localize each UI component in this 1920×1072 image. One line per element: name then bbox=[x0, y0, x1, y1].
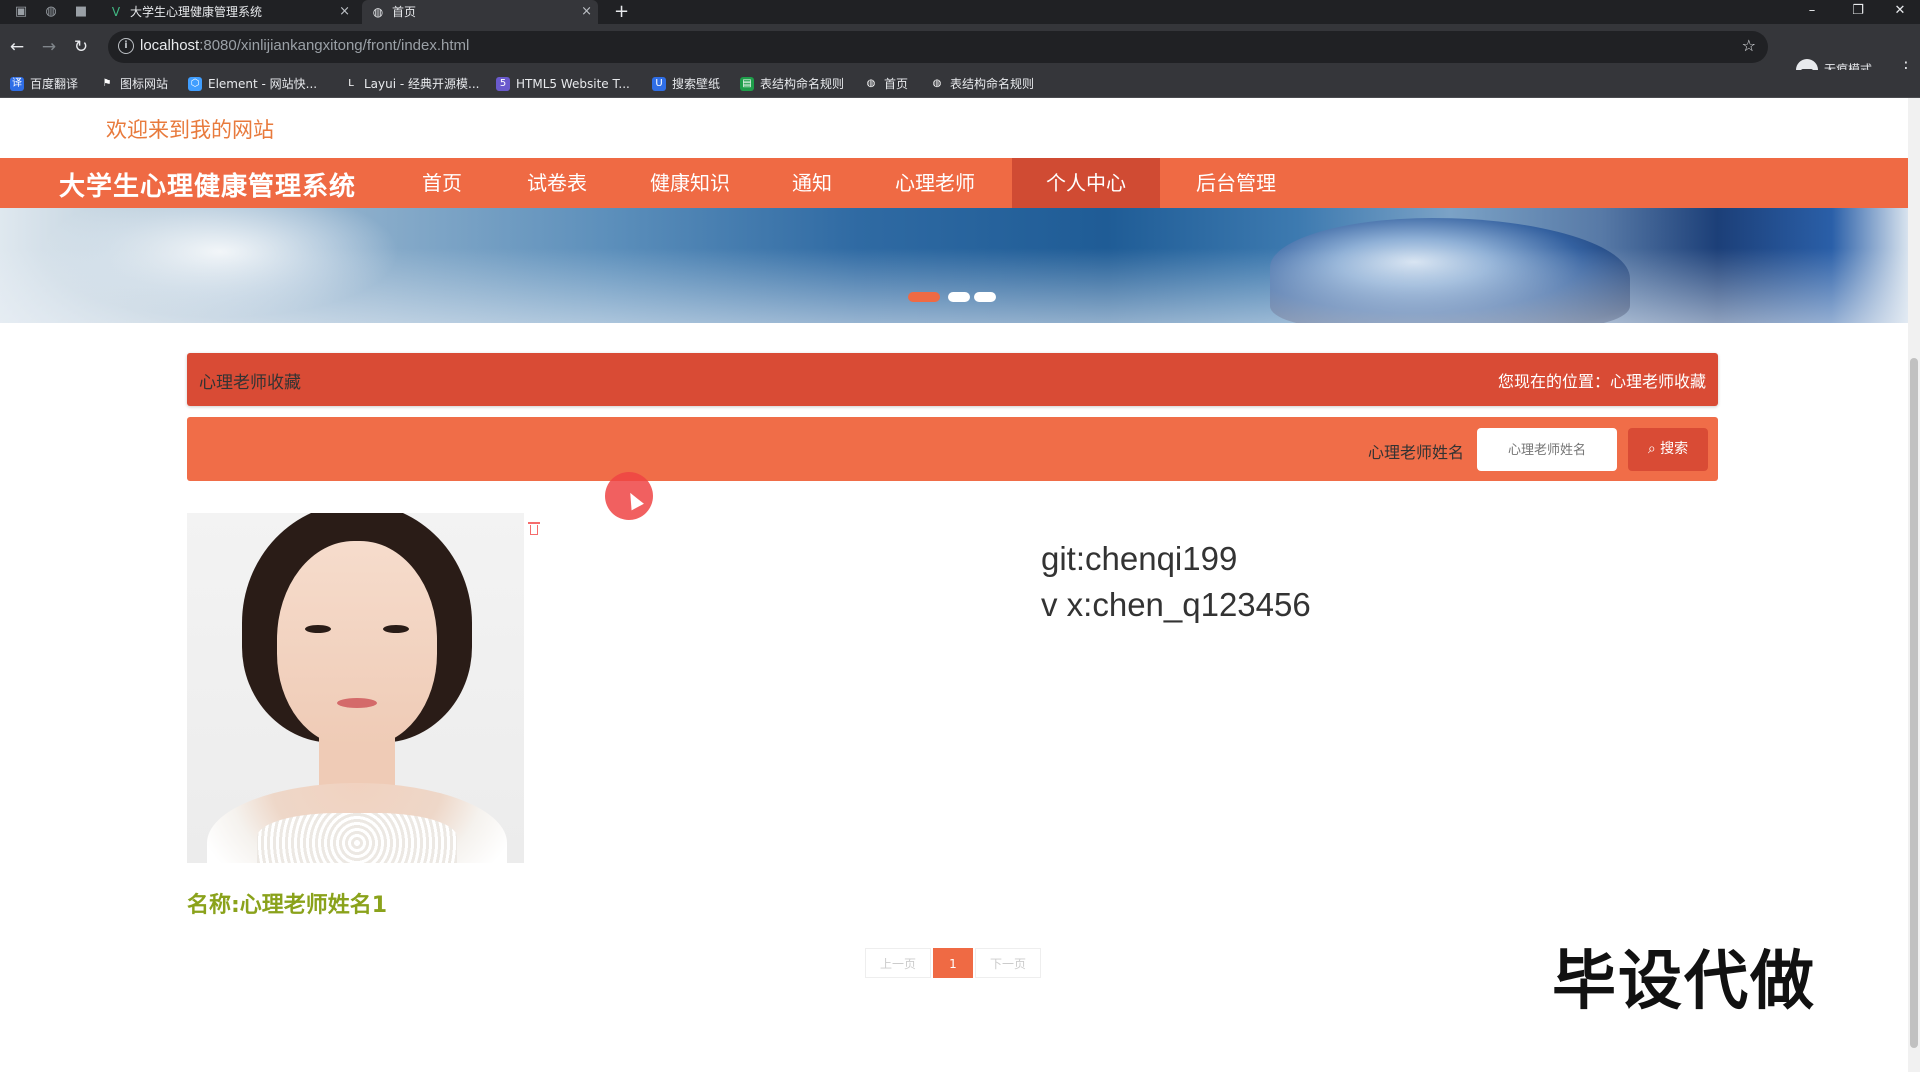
banner-mist bbox=[0, 248, 1908, 323]
browser-tab-bar: ▣ ◍ ■ V 大学生心理健康管理系统 × ◍ 首页 × + – ❐ ✕ bbox=[0, 0, 1920, 24]
forward-arrow-icon[interactable]: → bbox=[38, 36, 60, 58]
welcome-text: 欢迎来到我的网站 bbox=[106, 118, 274, 142]
carousel-dot-3[interactable] bbox=[974, 292, 996, 302]
search-label: 心理老师姓名 bbox=[1368, 443, 1465, 462]
section-title: 心理老师收藏 bbox=[199, 373, 301, 393]
globe-icon: ◍ bbox=[372, 5, 384, 19]
banner-carousel[interactable] bbox=[0, 208, 1908, 323]
bookmark-item[interactable]: L Layui - 经典开源模... bbox=[344, 75, 479, 93]
bookmark-label: 百度翻译 bbox=[30, 77, 79, 91]
minimize-button[interactable]: – bbox=[1792, 0, 1832, 24]
bookmark-label: 搜索壁纸 bbox=[672, 77, 721, 91]
bookmark-item[interactable]: 5 HTML5 Website T... bbox=[496, 75, 630, 93]
scrollbar-thumb[interactable] bbox=[1910, 358, 1918, 1048]
watermark-text: 毕设代做 bbox=[1552, 945, 1816, 1019]
bookmarks-bar: 译百度翻译 ⚑ 图标网站 ⬡ Element - 网站快... L Layui - 经… bbox=[0, 70, 1920, 98]
main-navbar: 大学生心理健康管理系统 首页 试卷表 健康知识 通知 心理老师 个人中心 后台管… bbox=[0, 158, 1908, 208]
restore-button[interactable]: ❐ bbox=[1838, 0, 1878, 24]
nav-item-home[interactable]: 首页 bbox=[400, 158, 484, 208]
url-host: localhost bbox=[140, 37, 200, 54]
bookmark-label: HTML5 Website T... bbox=[516, 77, 630, 91]
photo-eye-right bbox=[383, 625, 409, 633]
bookmark-star-icon[interactable]: ☆ bbox=[1742, 36, 1756, 55]
back-arrow-icon[interactable]: ← bbox=[6, 36, 28, 58]
bookmark-item[interactable]: 译百度翻译 bbox=[10, 75, 78, 93]
reload-icon[interactable]: ↻ bbox=[70, 36, 92, 58]
nav-item-health-knowledge[interactable]: 健康知识 bbox=[630, 158, 750, 208]
nav-item-exam[interactable]: 试卷表 bbox=[504, 158, 610, 208]
layui-icon: L bbox=[344, 77, 358, 91]
address-bar[interactable]: i localhost:8080/xinlijiankangxitong/fro… bbox=[108, 31, 1768, 63]
contact-overlay: git:chenqi199 v x:chen_q123456 bbox=[1041, 536, 1311, 628]
flag-icon: ⚑ bbox=[100, 77, 114, 91]
bookmark-label: Element - 网站快... bbox=[208, 77, 318, 91]
contact-wechat: v x:chen_q123456 bbox=[1041, 586, 1311, 623]
search-bar: 心理老师姓名 ⌕ 搜索 bbox=[187, 417, 1718, 481]
bookmark-label: Layui - 经典开源模... bbox=[364, 77, 480, 91]
bookmark-item[interactable]: U 搜索壁纸 bbox=[652, 75, 720, 93]
trash-bin bbox=[530, 525, 538, 535]
bookmark-label: 首页 bbox=[884, 77, 909, 91]
tab-title: 大学生心理健康管理系统 bbox=[130, 5, 263, 19]
bookmark-label: 表结构命名规则 bbox=[760, 77, 845, 91]
photo-face bbox=[277, 541, 437, 746]
globe-icon: ◍ bbox=[864, 77, 878, 91]
photo-lace bbox=[257, 813, 457, 863]
photo-eye-left bbox=[305, 625, 331, 633]
section-header: 心理老师收藏 您现在的位置：心理老师收藏 bbox=[187, 353, 1718, 406]
close-icon[interactable]: × bbox=[339, 0, 350, 24]
url-path: :8080/xinlijiankangxitong/front/index.ht… bbox=[199, 37, 470, 54]
globe-icon: ◍ bbox=[930, 77, 944, 91]
breadcrumb: 您现在的位置：心理老师收藏 bbox=[1497, 372, 1706, 391]
info-icon[interactable]: i bbox=[118, 38, 134, 54]
teacher-name-search-input[interactable] bbox=[1477, 428, 1617, 471]
photo-lips bbox=[337, 698, 377, 708]
close-icon[interactable]: × bbox=[581, 0, 592, 24]
globe-icon[interactable]: ◍ bbox=[42, 3, 60, 21]
tab-title: 首页 bbox=[392, 5, 417, 19]
prev-page-button[interactable]: 上一页 bbox=[865, 948, 931, 978]
html5-icon: 5 bbox=[496, 77, 510, 91]
page-number-button[interactable]: 1 bbox=[933, 948, 973, 978]
carousel-dot-1[interactable] bbox=[908, 292, 940, 302]
trash-lid bbox=[528, 522, 540, 524]
translate-icon: 译 bbox=[10, 77, 24, 91]
sheet-icon: ▤ bbox=[740, 77, 754, 91]
teacher-name-label[interactable]: 名称:心理老师姓名1 bbox=[187, 887, 387, 919]
nav-item-notice[interactable]: 通知 bbox=[770, 158, 854, 208]
wallpaper-icon: U bbox=[652, 77, 666, 91]
new-tab-button[interactable]: + bbox=[614, 0, 629, 24]
bookmark-item[interactable]: ◍ 首页 bbox=[864, 75, 908, 93]
delete-icon[interactable] bbox=[528, 522, 540, 536]
bookmark-item[interactable]: ◍ 表结构命名规则 bbox=[930, 75, 1034, 93]
browser-tab-2[interactable]: ◍ 首页 × bbox=[362, 0, 598, 24]
bookmark-label: 表结构命名规则 bbox=[950, 77, 1035, 91]
element-icon: ⬡ bbox=[188, 77, 202, 91]
browser-toolbar: ← → ↻ i localhost:8080/xinlijiankangxito… bbox=[0, 24, 1920, 81]
search-button[interactable]: ⌕ 搜索 bbox=[1628, 428, 1708, 471]
page-scrollbar[interactable] bbox=[1908, 98, 1920, 1072]
bookmark-item[interactable]: ▤ 表结构命名规则 bbox=[740, 75, 844, 93]
carousel-dot-2[interactable] bbox=[948, 292, 970, 302]
window-icon[interactable]: ■ bbox=[72, 3, 90, 21]
browser-tab-1[interactable]: V 大学生心理健康管理系统 × bbox=[100, 0, 356, 24]
window-close-button[interactable]: ✕ bbox=[1880, 0, 1920, 24]
teacher-photo[interactable] bbox=[187, 513, 524, 863]
nav-item-teacher[interactable]: 心理老师 bbox=[874, 158, 996, 208]
vue-icon: V bbox=[111, 5, 121, 19]
contact-git: git:chenqi199 bbox=[1041, 540, 1238, 577]
next-page-button[interactable]: 下一页 bbox=[975, 948, 1041, 978]
site-brand[interactable]: 大学生心理健康管理系统 bbox=[59, 166, 356, 203]
search-icon: ⌕ bbox=[1647, 441, 1656, 457]
tab-search-icon[interactable]: ▣ bbox=[12, 3, 30, 21]
bookmark-item[interactable]: ⚑ 图标网站 bbox=[100, 75, 168, 93]
search-button-label: 搜索 bbox=[1660, 441, 1689, 457]
bookmark-item[interactable]: ⬡ Element - 网站快... bbox=[188, 75, 317, 93]
bookmark-label: 图标网站 bbox=[120, 77, 169, 91]
nav-item-admin[interactable]: 后台管理 bbox=[1176, 158, 1296, 208]
url-text[interactable]: localhost:8080/xinlijiankangxitong/front… bbox=[140, 37, 469, 54]
nav-item-personal-center[interactable]: 个人中心 bbox=[1012, 158, 1160, 208]
